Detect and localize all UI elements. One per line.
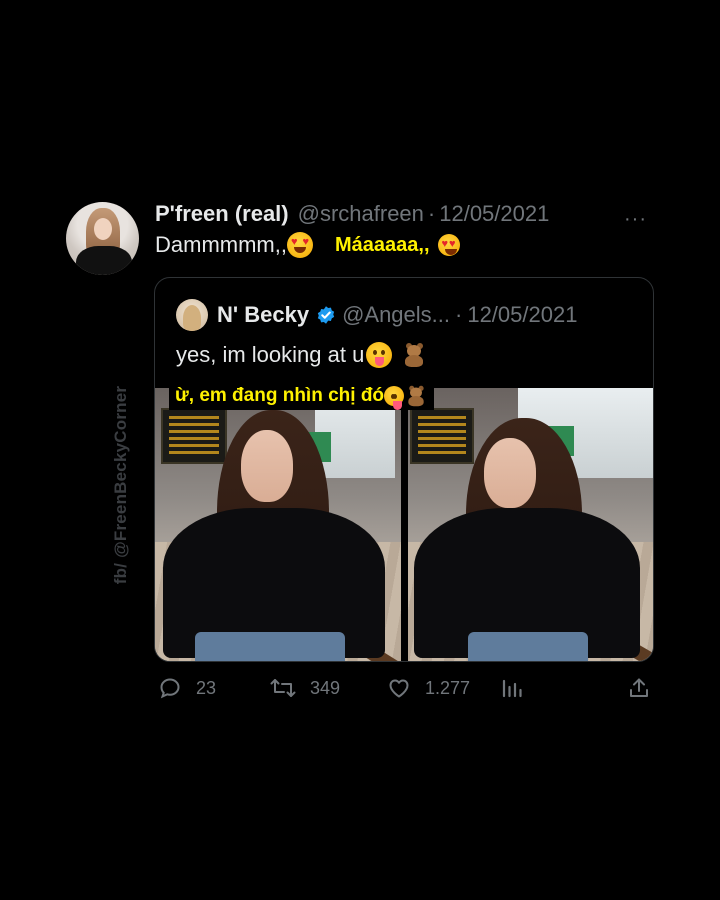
- heart-eyes-emoji: [286, 232, 313, 258]
- like-button[interactable]: 1.277: [387, 676, 470, 700]
- tongue-emoji: [384, 386, 405, 410]
- quoted-tweet-card[interactable]: N' Becky @Angels... · 12/05/2021 yes, im…: [154, 277, 654, 662]
- tweet-translation: Máaaaaa,,: [334, 233, 430, 256]
- author-name[interactable]: P'freen (real): [155, 201, 289, 227]
- quoted-author-name[interactable]: N' Becky: [217, 302, 309, 328]
- teddy-bear-emoji: [406, 385, 426, 407]
- watermark: fb/ @FreenBeckyCorner: [111, 365, 131, 605]
- quoted-tweet-header: N' Becky @Angels... · 12/05/2021: [217, 302, 577, 328]
- views-button[interactable]: [500, 676, 524, 700]
- retweet-count: 349: [310, 677, 341, 698]
- like-count: 1.277: [425, 677, 471, 698]
- heart-eyes-emoji: [437, 234, 460, 256]
- quoted-translation: ừ, em đang nhìn chị đó: [169, 380, 435, 410]
- quoted-tweet-text: yes, im looking at u: [176, 342, 426, 368]
- tweet-text: Dammmmm,, Máaaaaa,,: [155, 232, 460, 258]
- quoted-author-handle[interactable]: @Angels...: [342, 302, 450, 328]
- author-handle[interactable]: @srchafreen: [298, 201, 424, 227]
- more-options-button[interactable]: ···: [624, 208, 647, 231]
- reply-button[interactable]: 23: [158, 676, 216, 700]
- like-icon: [387, 676, 411, 700]
- watermark-text: fb/ @FreenBeckyCorner: [111, 385, 130, 585]
- share-button[interactable]: [627, 676, 651, 700]
- quoted-text-content: yes, im looking at u: [176, 342, 365, 367]
- retweet-icon: [270, 676, 296, 700]
- tweet-header: P'freen (real) @srchafreen · 12/05/2021: [155, 201, 549, 227]
- author-avatar[interactable]: [66, 202, 139, 275]
- quoted-author-avatar[interactable]: [176, 299, 208, 331]
- tweet-actions: 23 349 1.277: [0, 676, 720, 704]
- views-icon: [500, 676, 524, 700]
- tongue-emoji: [366, 342, 393, 368]
- separator-dot: ·: [455, 302, 463, 327]
- tweet-text-content: Dammmmm,,: [155, 232, 287, 257]
- reply-count: 23: [196, 677, 217, 698]
- separator-dot: ·: [427, 201, 436, 226]
- tweet-photo[interactable]: [408, 388, 653, 661]
- tweet-photo[interactable]: [155, 388, 401, 661]
- teddy-bear-emoji: [402, 343, 426, 367]
- verified-icon: [316, 305, 336, 325]
- share-icon: [627, 676, 651, 700]
- reply-icon: [158, 676, 182, 700]
- retweet-button[interactable]: 349: [270, 676, 340, 700]
- quoted-translation-text: ừ, em đang nhìn chị đó: [175, 385, 385, 406]
- quoted-tweet-date: 12/05/2021: [467, 302, 578, 327]
- tweet-date[interactable]: 12/05/2021: [439, 201, 549, 227]
